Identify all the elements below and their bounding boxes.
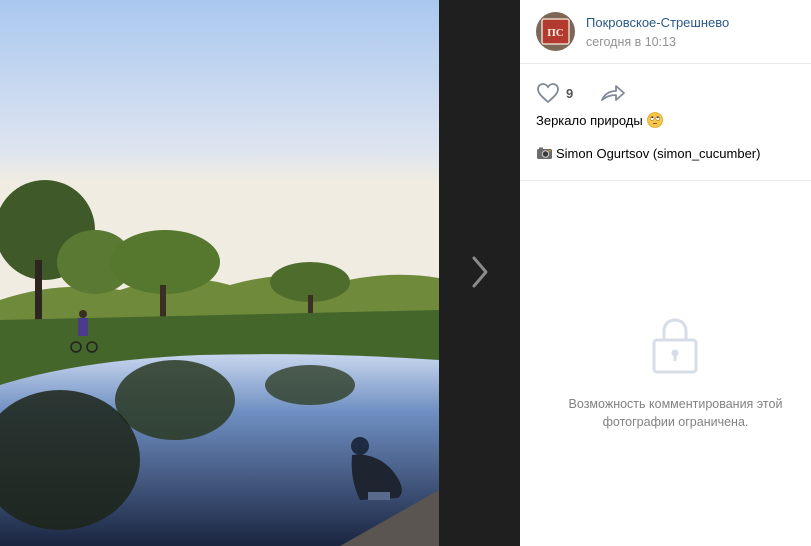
post-caption: Зеркало природы [536, 112, 663, 128]
heart-icon [537, 83, 559, 104]
rolling-eyes-emoji-icon [646, 112, 663, 128]
post-header: ПС Покровское-Стрешнево сегодня в 10:13 [520, 0, 811, 64]
avatar-initials: ПС [547, 27, 564, 39]
post-panel: ПС Покровское-Стрешнево сегодня в 10:13 … [520, 0, 811, 546]
photo-credit: Simon Ogurtsov (simon_cucumber) [536, 146, 760, 161]
photo[interactable] [0, 0, 439, 546]
chevron-right-icon [472, 256, 488, 288]
share-button[interactable] [600, 83, 626, 103]
like-button[interactable]: 9 [536, 82, 573, 104]
share-arrow-icon [601, 85, 625, 101]
post-date[interactable]: сегодня в 10:13 [586, 35, 676, 49]
like-count: 9 [566, 85, 574, 101]
author-name[interactable]: Покровское-Стрешнево [586, 15, 729, 30]
comments-area: Возможность комментирования этой фотогра… [520, 181, 811, 546]
comments-disabled-message: Возможность комментирования этой фотогра… [568, 397, 783, 429]
post-actions: 9 [520, 64, 811, 116]
caption-text: Зеркало природы [536, 112, 643, 128]
camera-emoji-icon [537, 147, 552, 159]
lock-icon [652, 318, 698, 374]
avatar[interactable]: ПС [536, 12, 575, 51]
photo-viewer [0, 0, 520, 546]
next-photo-button[interactable] [465, 250, 495, 294]
credit-text: Simon Ogurtsov (simon_cucumber) [556, 146, 761, 161]
